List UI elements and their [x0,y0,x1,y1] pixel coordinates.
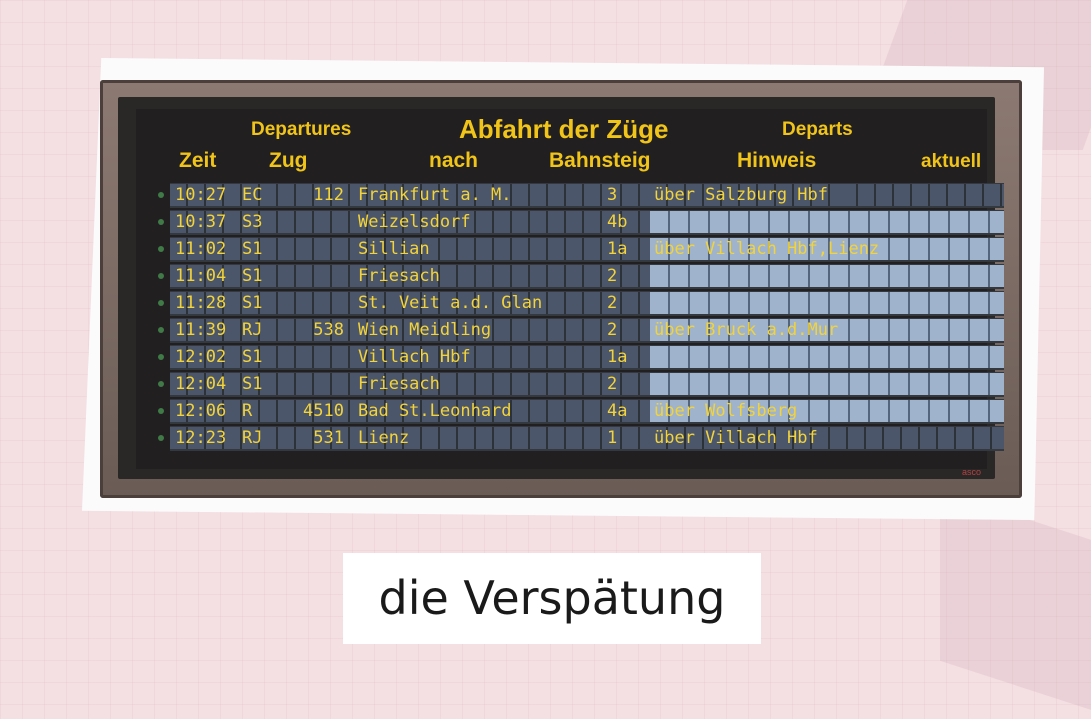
departure-row: 11:04 S1 Friesach 2 [158,264,1004,289]
cell-train-type: RJ [242,320,263,340]
cell-destination: Weizelsdorf [358,212,471,232]
departure-row: 11:28 S1 St. Veit a.d. Glan 2 [158,291,1004,316]
departure-row: 11:02 S1 Sillian 1a über Villach Hbf,Lie… [158,237,1004,262]
cell-platform: 2 [607,320,618,340]
status-led [158,354,164,360]
status-led [158,300,164,306]
status-led [158,408,164,414]
status-led [158,192,164,198]
cell-time: 12:06 [175,401,227,421]
cell-train-type: S1 [242,374,263,394]
cell-train-number: 531 [313,428,344,448]
cell-time: 11:02 [175,239,227,259]
cell-time: 12:23 [175,428,227,448]
cell-destination: Sillian [358,239,430,259]
cell-train-type: S1 [242,239,263,259]
cell-platform: 4b [607,212,628,232]
cell-train-type: R [242,401,253,421]
departure-row: 10:37 S3 Weizelsdorf 4b [158,210,1004,235]
departure-row: 12:23 RJ 531 Lienz 1 über Villach Hbf [158,426,1004,451]
cell-note: über Villach Hbf [654,428,818,448]
departure-row: 10:27 EC 112 Frankfurt a. M. 3 über Salz… [158,183,1004,208]
cell-time: 10:27 [175,185,227,205]
cell-time: 11:04 [175,266,227,286]
status-led [158,327,164,333]
cell-note: über Salzburg Hbf [654,185,828,205]
cell-time: 11:39 [175,320,227,340]
cell-platform: 2 [607,266,618,286]
header-departs: Departs [782,119,853,140]
cell-train-type: S1 [242,347,263,367]
cell-platform: 4a [607,401,628,421]
cell-destination: Wien Meidling [358,320,492,340]
cell-note: über Bruck a.d.Mur [654,320,839,340]
cell-train-number: 112 [313,185,344,205]
cell-destination: St. Veit a.d. Glan [358,293,543,313]
col-zeit: Zeit [179,149,217,172]
cell-platform: 1a [607,239,628,259]
cell-time: 12:02 [175,347,227,367]
status-led [158,246,164,252]
cell-train-type: S1 [242,293,263,313]
cell-destination: Friesach [358,266,440,286]
cell-platform: 1 [607,428,618,448]
cell-train-type: EC [242,185,263,205]
background-decoration [940,490,1091,719]
departure-board: Departures Abfahrt der Züge Departs Zeit… [118,97,1004,479]
departure-row: 12:02 S1 Villach Hbf 1a [158,345,1004,370]
cell-destination: Friesach [358,374,440,394]
col-hinweis: Hinweis [737,149,817,172]
cell-destination: Lienz [358,428,410,448]
cell-platform: 1a [607,347,628,367]
caption-text: die Verspätung [378,571,726,625]
col-nach: nach [429,149,479,172]
cell-time: 10:37 [175,212,227,232]
cell-train-type: S1 [242,266,263,286]
cell-note: über Wolfsberg [654,401,798,421]
cell-time: 12:04 [175,374,227,394]
cell-time: 11:28 [175,293,227,313]
status-led [158,435,164,441]
cell-note: über Villach Hbf,Lienz [654,239,880,259]
board-brand-label: asco [961,467,981,477]
col-zug: Zug [269,149,308,172]
cell-destination: Bad St.Leonhard [358,401,512,421]
cell-train-type: S3 [242,212,263,232]
col-bahnsteig: Bahnsteig [549,149,651,172]
departure-row: 12:04 S1 Friesach 2 [158,372,1004,397]
cell-platform: 3 [607,185,618,205]
cell-destination: Frankfurt a. M. [358,185,512,205]
board-display: Departures Abfahrt der Züge Departs Zeit… [136,109,1004,477]
header-title: Abfahrt der Züge [459,114,669,144]
status-led [158,381,164,387]
cell-train-number: 538 [313,320,344,340]
cell-platform: 2 [607,293,618,313]
departure-row: 11:39 RJ 538 Wien Meidling 2 über Bruck … [158,318,1004,343]
col-aktuell: aktuell [921,151,982,172]
cell-destination: Villach Hbf [358,347,471,367]
cell-platform: 2 [607,374,618,394]
caption-card: die Verspätung [343,553,761,644]
cell-train-number: 4510 [303,401,344,421]
departure-row: 12:06 R 4510 Bad St.Leonhard 4a über Wol… [158,399,1004,424]
cell-train-type: RJ [242,428,263,448]
status-led [158,273,164,279]
header-departures: Departures [251,119,352,140]
status-led [158,219,164,225]
